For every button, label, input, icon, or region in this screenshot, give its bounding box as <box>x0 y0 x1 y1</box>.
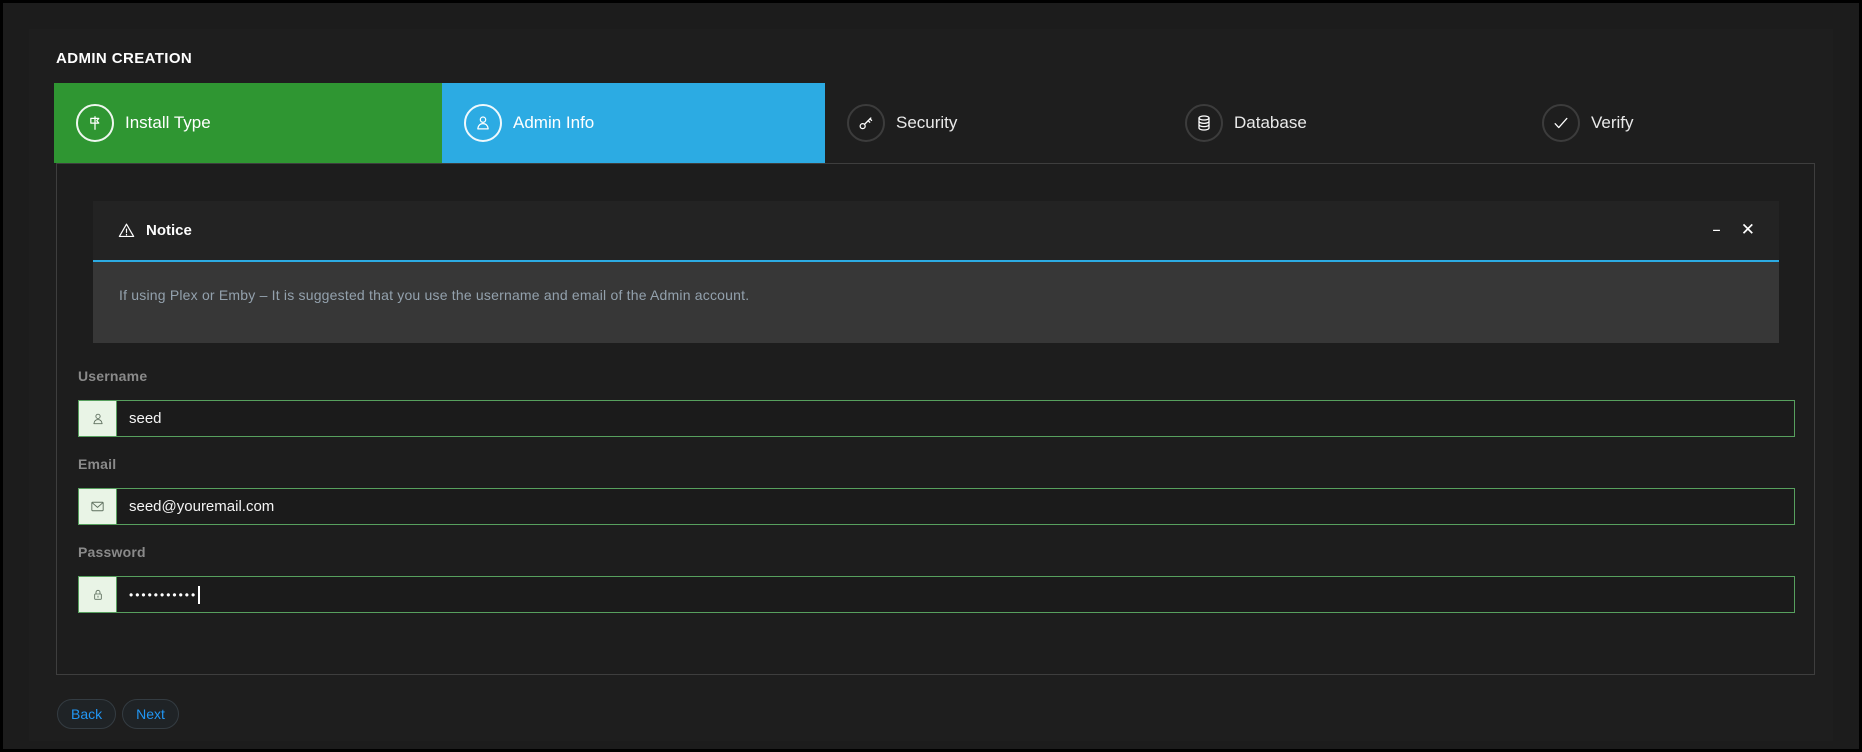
signpost-icon <box>85 113 105 133</box>
step-circle <box>847 104 885 142</box>
tab-database[interactable]: Database <box>1163 83 1520 163</box>
username-addon <box>79 401 117 436</box>
user-icon <box>90 411 106 427</box>
password-label: Password <box>78 544 146 560</box>
notice-header: Notice – ✕ <box>93 201 1779 262</box>
username-input[interactable]: seed <box>117 401 1794 436</box>
password-input-group: ••••••••••• <box>78 576 1795 613</box>
password-masked-value: ••••••••••• <box>129 588 197 602</box>
admin-creation-card: ADMIN CREATION Install Type Admin Info <box>29 29 1833 741</box>
minimize-icon[interactable]: – <box>1712 222 1721 239</box>
step-circle <box>1185 104 1223 142</box>
step-label: Admin Info <box>513 113 594 133</box>
password-addon <box>79 577 117 612</box>
password-input[interactable]: ••••••••••• <box>117 577 1794 612</box>
lock-icon <box>90 587 106 603</box>
step-label: Security <box>896 113 957 133</box>
email-input[interactable]: seed@youremail.com <box>117 489 1794 524</box>
close-icon[interactable]: ✕ <box>1741 222 1755 239</box>
step-circle <box>76 104 114 142</box>
check-icon <box>1551 113 1571 133</box>
key-icon <box>856 113 876 133</box>
username-input-group: seed <box>78 400 1795 437</box>
username-label: Username <box>78 368 147 384</box>
email-addon <box>79 489 117 524</box>
step-label: Verify <box>1591 113 1634 133</box>
admin-info-panel: Notice – ✕ If using Plex or Emby – It is… <box>56 163 1815 675</box>
step-label: Install Type <box>125 113 211 133</box>
page-title: ADMIN CREATION <box>56 50 192 67</box>
wizard-step-tabs: Install Type Admin Info Security <box>54 83 1822 163</box>
step-circle <box>464 104 502 142</box>
tab-security[interactable]: Security <box>825 83 1163 163</box>
email-input-group: seed@youremail.com <box>78 488 1795 525</box>
text-cursor <box>198 586 200 604</box>
tab-install-type[interactable]: Install Type <box>54 83 442 163</box>
tab-verify[interactable]: Verify <box>1520 83 1822 163</box>
notice-body: If using Plex or Emby – It is suggested … <box>93 262 1779 343</box>
warning-icon <box>117 221 136 240</box>
user-icon <box>473 113 493 133</box>
notice-box: Notice – ✕ If using Plex or Emby – It is… <box>93 201 1779 343</box>
back-button[interactable]: Back <box>57 699 116 729</box>
next-button[interactable]: Next <box>122 699 179 729</box>
wizard-actions: Back Next <box>57 699 179 729</box>
step-circle <box>1542 104 1580 142</box>
notice-title: Notice <box>146 222 192 239</box>
database-icon <box>1194 113 1214 133</box>
tab-admin-info[interactable]: Admin Info <box>442 83 825 163</box>
email-label: Email <box>78 456 116 472</box>
notice-message: If using Plex or Emby – It is suggested … <box>119 287 1753 303</box>
envelope-icon <box>89 498 106 515</box>
step-label: Database <box>1234 113 1307 133</box>
